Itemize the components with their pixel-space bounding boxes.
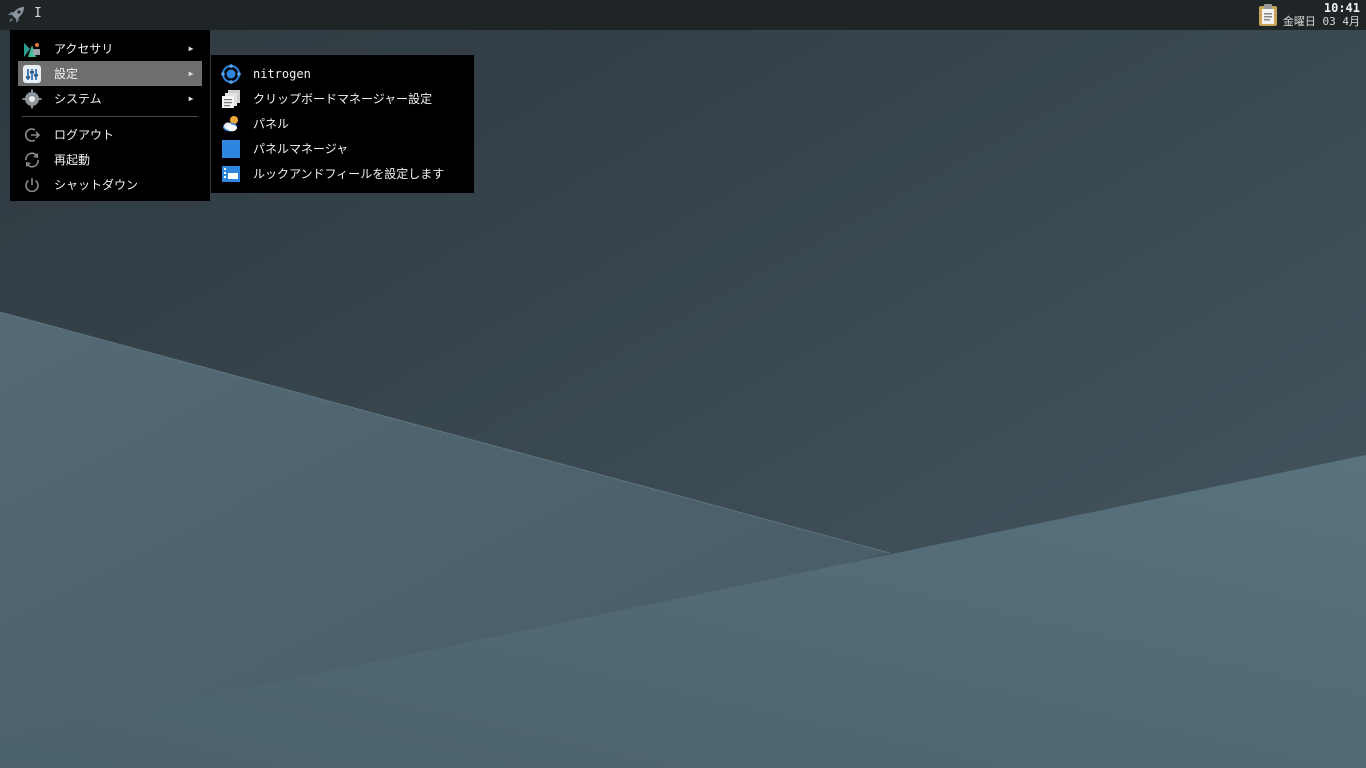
submenu-arrow-icon: ▶ — [188, 69, 194, 78]
menu-item-label: シャットダウン — [54, 178, 139, 192]
top-panel: I 10:41 金曜日 03 4月 — [0, 0, 1366, 30]
menu-item-label: システム — [54, 92, 102, 106]
submenu-item-nitrogen[interactable]: nitrogen — [217, 61, 468, 86]
settings-submenu: nitrogen クリップボードマネージャー設定 パネル パネルマネージャ ルッ… — [211, 55, 474, 193]
clipboard-icon — [1259, 4, 1277, 26]
application-menu: アクセサリ ▶ 設定 ▶ システム ▶ ログアウト 再起動 シャットダウン — [10, 30, 210, 201]
menu-item-label: nitrogen — [253, 66, 311, 81]
submenu-item-look-and-feel[interactable]: ルックアンドフィールを設定します — [217, 161, 468, 186]
menu-item-system[interactable]: システム ▶ — [18, 86, 202, 111]
menu-item-label: パネル — [253, 117, 290, 131]
clipboard-manager-icon — [221, 89, 241, 109]
clipboard-tray-button[interactable] — [1256, 3, 1280, 27]
power-icon — [22, 175, 42, 195]
menu-item-label: 設定 — [54, 67, 79, 81]
settings-icon — [22, 64, 42, 84]
menu-item-shutdown[interactable]: シャットダウン — [18, 172, 202, 197]
look-and-feel-icon — [221, 164, 241, 184]
panel-weather-icon — [221, 114, 241, 134]
menu-item-accessories[interactable]: アクセサリ ▶ — [18, 36, 202, 61]
accessories-icon — [22, 39, 42, 59]
menu-item-label: パネルマネージャ — [253, 142, 349, 156]
menu-item-label: アクセサリ — [54, 42, 114, 56]
menu-item-restart[interactable]: 再起動 — [18, 147, 202, 172]
menu-separator — [22, 116, 198, 117]
menu-item-settings[interactable]: 設定 ▶ — [18, 61, 202, 86]
app-launcher-button[interactable] — [4, 3, 28, 27]
submenu-arrow-icon: ▶ — [188, 44, 194, 53]
panel-manager-icon — [221, 139, 241, 159]
text-cursor-glyph: I — [34, 6, 42, 21]
restart-icon — [22, 150, 42, 170]
submenu-arrow-icon: ▶ — [188, 94, 194, 103]
logout-icon — [22, 125, 42, 145]
system-gear-icon — [22, 89, 42, 109]
menu-item-logout[interactable]: ログアウト — [18, 122, 202, 147]
menu-item-label: ログアウト — [54, 128, 115, 142]
nitrogen-icon — [221, 63, 241, 84]
menu-item-label: クリップボードマネージャー設定 — [253, 92, 433, 106]
submenu-item-clipboard-manager-settings[interactable]: クリップボードマネージャー設定 — [217, 86, 468, 111]
menu-item-label: ルックアンドフィールを設定します — [253, 167, 445, 181]
submenu-item-panel[interactable]: パネル — [217, 111, 468, 136]
rocket-icon — [8, 7, 24, 23]
clock-date: 金曜日 03 4月 — [1282, 15, 1360, 28]
submenu-item-panel-manager[interactable]: パネルマネージャ — [217, 136, 468, 161]
menu-item-label: 再起動 — [54, 153, 91, 167]
clock-time: 10:41 — [1323, 1, 1360, 15]
panel-clock[interactable]: 10:41 金曜日 03 4月 — [1283, 1, 1360, 29]
